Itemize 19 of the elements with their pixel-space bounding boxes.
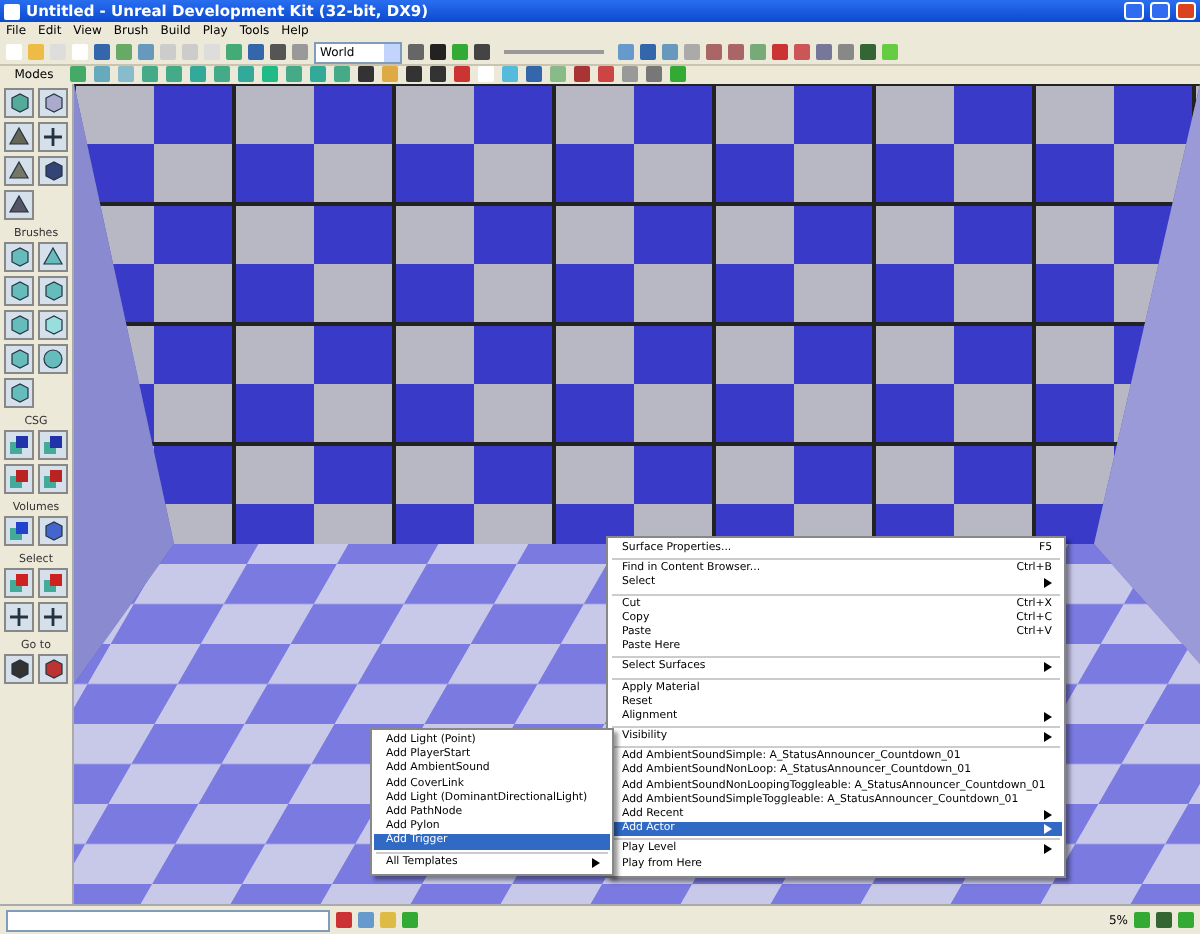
minimize-button[interactable] (1124, 2, 1144, 20)
submenu-arrow-icon (1044, 578, 1052, 589)
cube-button[interactable] (38, 516, 68, 546)
sphere-button[interactable] (38, 344, 68, 374)
cube-button[interactable] (38, 88, 68, 118)
cone-button[interactable] (38, 242, 68, 272)
close-button[interactable] (1176, 2, 1196, 20)
maximize-button[interactable] (1150, 2, 1170, 20)
app-icon (4, 3, 20, 19)
squares-button[interactable] (4, 464, 34, 494)
submenu-arrow-icon (1044, 662, 1052, 673)
square-button[interactable] (4, 516, 34, 546)
squares-button[interactable] (38, 464, 68, 494)
command-field[interactable] (6, 909, 330, 931)
squares-button[interactable] (38, 430, 68, 460)
squares-button[interactable] (4, 430, 34, 460)
submenu-arrow-icon (592, 857, 600, 868)
cube-button[interactable] (4, 242, 34, 272)
move-arrows-button[interactable] (38, 122, 68, 152)
